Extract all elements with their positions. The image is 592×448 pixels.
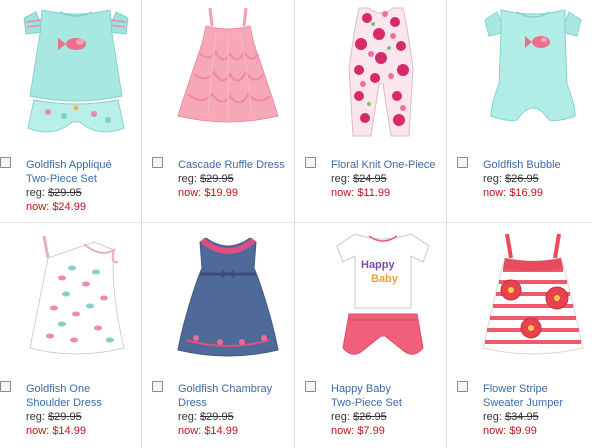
regular-price: reg: $34.95 bbox=[483, 411, 539, 423]
sale-price: now: $11.99 bbox=[331, 187, 391, 199]
product-name-line2: Two-Piece Set bbox=[331, 397, 402, 409]
product-image[interactable] bbox=[471, 4, 592, 142]
product-card: Goldfish One Shoulder Dress reg: $29.95 n… bbox=[0, 224, 152, 446]
regular-price: reg: $29.95 bbox=[178, 173, 234, 185]
product-image[interactable] bbox=[471, 228, 592, 366]
product-card: Goldfish Appliqué Two-Piece Set reg: $29.… bbox=[0, 0, 152, 222]
product-name-link[interactable]: Flower Stripe Sweater Jumper bbox=[483, 382, 591, 410]
product-name-line1: Goldfish Appliqué bbox=[26, 159, 112, 171]
product-name-link[interactable]: Goldfish Appliqué Two-Piece Set bbox=[26, 158, 152, 186]
product-card: Flower Stripe Sweater Jumper reg: $34.95 … bbox=[457, 224, 592, 446]
product-name-line2: Sweater Jumper bbox=[483, 397, 564, 409]
product-grid: Goldfish Appliqué Two-Piece Set reg: $29.… bbox=[0, 0, 592, 448]
tee-graphic-text: Happy bbox=[361, 259, 396, 271]
product-image[interactable] bbox=[319, 4, 443, 142]
product-name-line1: Cascade Ruffle Dress bbox=[178, 159, 285, 171]
sale-price: now: $14.99 bbox=[26, 425, 86, 437]
product-name-line1: Happy Baby bbox=[331, 383, 391, 395]
sale-price: now: $9.99 bbox=[483, 425, 537, 437]
product-name-line1: Goldfish Bubble bbox=[483, 159, 561, 171]
regular-price: reg: $29.95 bbox=[178, 411, 234, 423]
regular-price: reg: $26.95 bbox=[483, 173, 539, 185]
product-card: Goldfish Bubble reg: $26.95 now: $16.99 bbox=[457, 0, 592, 222]
product-info: Floral Knit One-Piece reg: $24.95 now: $… bbox=[331, 158, 461, 200]
product-card: Happy Baby Happy Baby Two-Piece Set reg: … bbox=[305, 224, 457, 446]
product-name-link[interactable]: Goldfish Chambray Dress bbox=[178, 382, 304, 410]
sale-price: now: $7.99 bbox=[331, 425, 385, 437]
product-card: Goldfish Chambray Dress reg: $29.95 now: … bbox=[152, 224, 304, 446]
product-name-line1: Floral Knit One-Piece bbox=[331, 159, 436, 171]
compare-checkbox[interactable] bbox=[457, 381, 468, 392]
product-info: Cascade Ruffle Dress reg: $29.95 now: $1… bbox=[178, 158, 304, 200]
product-name-line1: Goldfish Chambray bbox=[178, 383, 273, 395]
product-image[interactable] bbox=[166, 228, 290, 366]
regular-price: reg: $29.95 bbox=[26, 411, 82, 423]
product-info: Goldfish Appliqué Two-Piece Set reg: $29.… bbox=[26, 158, 152, 214]
regular-price: reg: $29.95 bbox=[26, 187, 82, 199]
compare-checkbox[interactable] bbox=[0, 381, 11, 392]
product-info: Happy Baby Two-Piece Set reg: $26.95 now:… bbox=[331, 382, 457, 438]
product-info: Goldfish Bubble reg: $26.95 now: $16.99 bbox=[483, 158, 591, 200]
product-image[interactable] bbox=[14, 228, 138, 366]
product-name-line2: Shoulder Dress bbox=[26, 397, 102, 409]
sale-price: now: $14.99 bbox=[178, 425, 238, 437]
sale-price: now: $16.99 bbox=[483, 187, 543, 199]
compare-checkbox[interactable] bbox=[152, 381, 163, 392]
product-name-line1: Goldfish One bbox=[26, 383, 91, 395]
product-name-line2: Two-Piece Set bbox=[26, 173, 97, 185]
regular-price: reg: $24.95 bbox=[331, 173, 387, 185]
product-info: Flower Stripe Sweater Jumper reg: $34.95 … bbox=[483, 382, 591, 438]
row-divider bbox=[0, 222, 592, 223]
sale-price: now: $24.99 bbox=[26, 201, 86, 213]
product-name-line1: Flower Stripe bbox=[483, 383, 548, 395]
product-info: Goldfish Chambray Dress reg: $29.95 now: … bbox=[178, 382, 304, 438]
product-name-link[interactable]: Goldfish Bubble bbox=[483, 158, 591, 172]
product-card: Cascade Ruffle Dress reg: $29.95 now: $1… bbox=[152, 0, 304, 222]
product-name-link[interactable]: Floral Knit One-Piece bbox=[331, 158, 461, 172]
product-name-line2: Dress bbox=[178, 397, 207, 409]
product-image[interactable]: Happy Baby bbox=[319, 228, 443, 366]
product-name-link[interactable]: Goldfish One Shoulder Dress bbox=[26, 382, 152, 410]
product-image[interactable] bbox=[166, 4, 290, 142]
product-name-link[interactable]: Happy Baby Two-Piece Set bbox=[331, 382, 457, 410]
product-image[interactable] bbox=[14, 4, 138, 142]
compare-checkbox[interactable] bbox=[305, 157, 316, 168]
compare-checkbox[interactable] bbox=[152, 157, 163, 168]
compare-checkbox[interactable] bbox=[457, 157, 468, 168]
regular-price: reg: $26.95 bbox=[331, 411, 387, 423]
product-card: Floral Knit One-Piece reg: $24.95 now: $… bbox=[305, 0, 457, 222]
compare-checkbox[interactable] bbox=[305, 381, 316, 392]
product-info: Goldfish One Shoulder Dress reg: $29.95 n… bbox=[26, 382, 152, 438]
tee-graphic-text: Baby bbox=[371, 273, 399, 285]
product-name-link[interactable]: Cascade Ruffle Dress bbox=[178, 158, 304, 172]
compare-checkbox[interactable] bbox=[0, 157, 11, 168]
sale-price: now: $19.99 bbox=[178, 187, 238, 199]
